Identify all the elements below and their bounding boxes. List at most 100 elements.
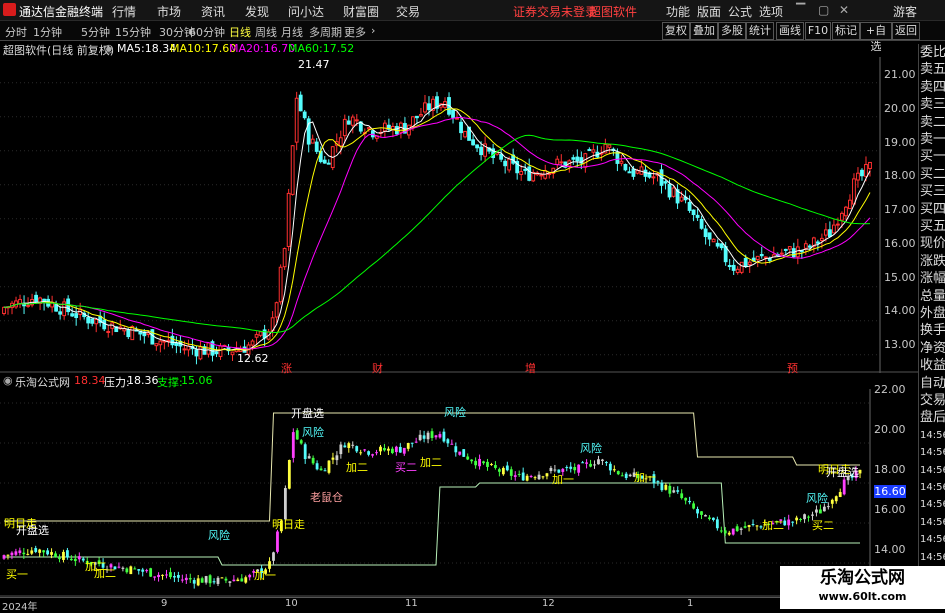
quote-field-6: 买一: [920, 149, 945, 165]
minimize-icon[interactable]: ▔: [796, 3, 805, 17]
maximize-icon[interactable]: ▢: [818, 3, 829, 17]
signal-candle: [815, 505, 818, 517]
signal-label: 老鼠仓: [310, 491, 343, 504]
candle: [310, 134, 315, 144]
add-watchlist-button[interactable]: +自选: [860, 22, 892, 53]
signal-candle: [692, 501, 695, 510]
login-status[interactable]: 证券交易未登录: [513, 3, 597, 20]
signal-candle: [173, 572, 176, 583]
quote-field-10: 买五: [920, 219, 945, 234]
signal-candle: [426, 430, 430, 444]
menu-ask[interactable]: 问小达: [288, 3, 324, 20]
signal-candle: [180, 574, 184, 583]
candle: [322, 155, 327, 164]
period-15min[interactable]: 15分钟: [115, 24, 151, 40]
candle: [827, 221, 832, 238]
support-value: 15.06: [181, 374, 213, 387]
user-label[interactable]: 游客: [893, 3, 917, 20]
signal-candle: [708, 515, 711, 521]
candle: [703, 225, 708, 245]
period-daily[interactable]: 日线: [229, 24, 251, 40]
signal-candle: [688, 496, 692, 505]
candle: [290, 144, 295, 196]
signal-candle: [470, 459, 474, 464]
draw-line-button[interactable]: 画线: [776, 22, 804, 40]
signal-candle: [727, 530, 731, 536]
more-chevron-icon[interactable]: ›: [371, 24, 375, 37]
quote-field-17: 净资: [920, 340, 945, 356]
watermark-title: 乐淘公式网: [820, 568, 905, 588]
signal-candle: [291, 428, 295, 463]
signal-candle: [77, 552, 81, 563]
signal-candle: [212, 578, 216, 585]
x-tick-9: 9: [161, 598, 168, 609]
candle: [419, 107, 423, 117]
menu-wealth[interactable]: 财富圈: [343, 3, 379, 20]
signal-label: 风险: [444, 406, 466, 419]
candle: [860, 168, 864, 181]
candle: [555, 155, 560, 169]
settings-circle-icon[interactable]: ◉: [104, 42, 114, 55]
candle: [234, 341, 239, 353]
candle: [699, 215, 704, 230]
menu-trade[interactable]: 交易: [396, 3, 420, 20]
signal-candle: [196, 574, 200, 587]
signal-label: 风险: [208, 529, 230, 542]
quote-field-11: 现价: [920, 236, 945, 252]
quote-field-1: 卖五: [920, 62, 945, 78]
candle: [735, 266, 740, 275]
period-weekly[interactable]: 周线: [255, 24, 277, 40]
stock-label[interactable]: 超图软件(日线 前复权): [3, 42, 114, 58]
signal-candle: [494, 461, 497, 470]
signal-candle: [430, 428, 434, 441]
period-more[interactable]: 更多: [344, 24, 366, 40]
candle: [58, 306, 63, 320]
candle: [258, 331, 263, 338]
signal-candle: [359, 449, 363, 456]
signal-candle: [858, 469, 862, 479]
candle: [14, 296, 18, 309]
y-tick-13: 13.00: [884, 338, 916, 351]
period-multi[interactable]: 多周期: [309, 24, 342, 40]
period-60min[interactable]: 60分钟: [189, 24, 225, 40]
signal-label: 买一: [6, 568, 28, 581]
menu-quotes[interactable]: 行情: [112, 3, 136, 20]
period-5min[interactable]: 5分钟: [81, 24, 110, 40]
menu-news[interactable]: 资讯: [201, 3, 225, 20]
candlestick-chart[interactable]: [0, 57, 918, 373]
candle: [651, 170, 656, 185]
signal-candle: [220, 577, 224, 579]
menu-market[interactable]: 市场: [157, 3, 181, 20]
period-1min[interactable]: 1分钟: [33, 24, 62, 40]
signal-candle: [585, 459, 588, 469]
menu-discover[interactable]: 发现: [245, 3, 269, 20]
signal-candle: [117, 562, 121, 569]
restore-rights-button[interactable]: 复权: [662, 22, 690, 40]
f10-button[interactable]: F10: [805, 22, 831, 40]
quote-field-2: 卖四: [920, 79, 945, 95]
signal-candle: [343, 442, 347, 448]
back-button[interactable]: 返回: [892, 22, 920, 40]
indicator-name[interactable]: 乐淘公式网: [15, 374, 70, 390]
multi-stock-button[interactable]: 多股: [718, 22, 746, 40]
signal-candle: [597, 455, 600, 465]
close-icon[interactable]: ✕: [839, 3, 849, 17]
indicator-settings-icon[interactable]: ◉: [3, 374, 13, 387]
signal-candle: [398, 443, 402, 453]
overlay-button[interactable]: 叠加: [690, 22, 718, 40]
ma10-label: MA10:17.60: [170, 42, 236, 55]
ma10-name: MA10:: [170, 42, 205, 55]
menu-function[interactable]: 功能: [666, 3, 690, 20]
candle: [50, 295, 55, 313]
mark-button[interactable]: 标记: [832, 22, 860, 40]
quote-field-7: 买二: [920, 166, 945, 182]
stats-button[interactable]: 统计: [746, 22, 774, 40]
signal-candle: [228, 581, 232, 587]
period-monthly[interactable]: 月线: [281, 24, 303, 40]
signal-candle: [331, 452, 335, 465]
menu-formula[interactable]: 公式: [728, 3, 752, 20]
signal-candle: [34, 545, 38, 554]
period-intraday[interactable]: 分时: [5, 24, 27, 40]
menu-options[interactable]: 选项: [759, 3, 783, 20]
menu-layout[interactable]: 版面: [697, 3, 721, 20]
